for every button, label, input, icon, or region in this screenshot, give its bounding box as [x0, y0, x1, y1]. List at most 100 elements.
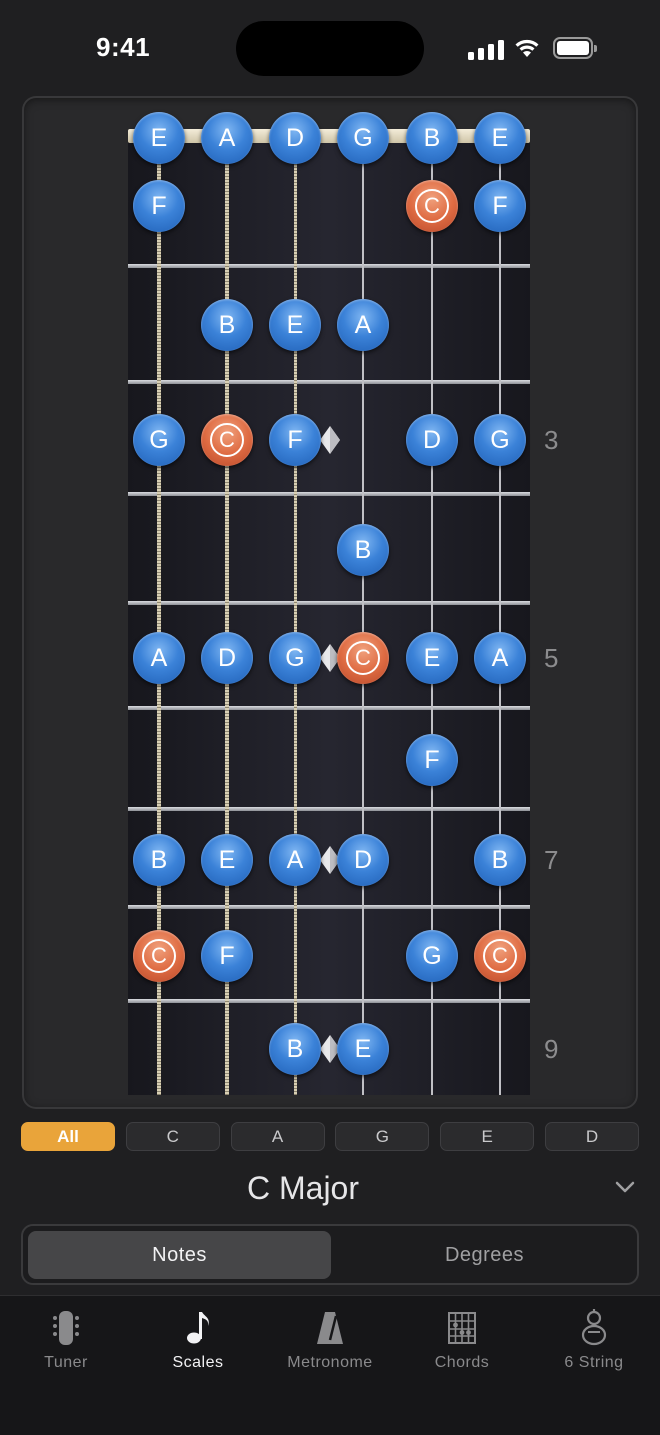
- tab-scales[interactable]: Scales: [132, 1308, 264, 1378]
- note-label: B: [286, 1034, 304, 1063]
- tab-tuner[interactable]: Tuner: [0, 1308, 132, 1378]
- filter-chip-d[interactable]: D: [545, 1122, 639, 1151]
- note-label: B: [150, 845, 168, 874]
- chord-grid-icon: [448, 1312, 476, 1344]
- note-label: F: [219, 941, 235, 970]
- note-label: D: [285, 123, 305, 152]
- status-time: 9:41: [96, 32, 151, 62]
- fret-wire: [128, 706, 530, 710]
- note-label: F: [151, 191, 167, 220]
- note-label: C: [346, 641, 380, 675]
- note-label: G: [353, 123, 373, 152]
- note-marker[interactable]: B: [474, 834, 526, 886]
- note-label: E: [286, 310, 304, 339]
- note-marker[interactable]: F: [133, 180, 185, 232]
- note-label: C: [483, 939, 517, 973]
- note-label: G: [149, 425, 169, 454]
- tab-metronome[interactable]: Metronome: [264, 1308, 396, 1378]
- note-marker[interactable]: G: [474, 414, 526, 466]
- note-marker[interactable]: A: [133, 632, 185, 684]
- note-label: B: [218, 310, 236, 339]
- note-label: B: [491, 845, 509, 874]
- note-label: A: [354, 310, 372, 339]
- tab-6-string[interactable]: 6 String: [528, 1308, 660, 1378]
- note-label: D: [217, 643, 237, 672]
- guitar-string: [361, 138, 365, 1095]
- filter-chip-c[interactable]: C: [125, 1122, 220, 1151]
- fret-inlay-marker: [320, 426, 340, 454]
- note-marker[interactable]: E: [201, 834, 253, 886]
- music-note-icon: [187, 1312, 209, 1344]
- fret-number: 9: [544, 1034, 559, 1064]
- note-marker[interactable]: E: [133, 112, 185, 164]
- filter-chip-g[interactable]: G: [335, 1122, 430, 1151]
- dynamic-island: [236, 21, 424, 76]
- shape-filter-bar: All C A G E D: [21, 1122, 639, 1152]
- tab-label: Metronome: [287, 1354, 373, 1371]
- root-note-marker[interactable]: C: [474, 930, 526, 982]
- note-marker[interactable]: E: [474, 112, 526, 164]
- note-marker[interactable]: B: [269, 1023, 321, 1075]
- tab-label: Scales: [172, 1354, 224, 1371]
- root-note-marker[interactable]: C: [201, 414, 253, 466]
- note-marker[interactable]: B: [406, 112, 458, 164]
- note-marker[interactable]: G: [337, 112, 389, 164]
- note-label: A: [286, 845, 304, 874]
- note-marker[interactable]: F: [406, 734, 458, 786]
- note-label: G: [490, 425, 510, 454]
- tab-chords[interactable]: Chords: [396, 1308, 528, 1378]
- root-note-marker[interactable]: C: [133, 930, 185, 982]
- note-label: E: [491, 123, 509, 152]
- tab-label: 6 String: [564, 1354, 624, 1371]
- note-marker[interactable]: F: [474, 180, 526, 232]
- note-marker[interactable]: B: [337, 524, 389, 576]
- fret-wire: [128, 905, 530, 909]
- note-marker[interactable]: F: [269, 414, 321, 466]
- fret-wire: [128, 492, 530, 496]
- note-label: B: [354, 535, 372, 564]
- root-note-marker[interactable]: C: [406, 180, 458, 232]
- note-marker[interactable]: D: [269, 112, 321, 164]
- note-label: E: [218, 845, 236, 874]
- filter-chip-e[interactable]: E: [440, 1122, 535, 1151]
- note-marker[interactable]: D: [406, 414, 458, 466]
- note-marker[interactable]: E: [406, 632, 458, 684]
- filter-chip-all[interactable]: All: [21, 1122, 115, 1151]
- fret-number: 7: [544, 845, 559, 875]
- note-marker[interactable]: E: [269, 299, 321, 351]
- filter-chip-a[interactable]: A: [230, 1122, 325, 1151]
- note-marker[interactable]: D: [201, 632, 253, 684]
- note-marker[interactable]: A: [201, 112, 253, 164]
- chevron-down-icon[interactable]: [614, 1180, 636, 1194]
- note-marker[interactable]: B: [201, 299, 253, 351]
- note-marker[interactable]: B: [133, 834, 185, 886]
- guitar-string: [293, 138, 297, 1095]
- note-marker[interactable]: E: [337, 1023, 389, 1075]
- fret-wire: [128, 264, 530, 268]
- note-marker[interactable]: A: [269, 834, 321, 886]
- note-marker[interactable]: G: [133, 414, 185, 466]
- note-label: F: [492, 191, 508, 220]
- note-marker[interactable]: G: [406, 930, 458, 982]
- note-label: E: [423, 643, 441, 672]
- note-label: G: [285, 643, 305, 672]
- note-marker[interactable]: G: [269, 632, 321, 684]
- cellular-signal-icon: [468, 38, 504, 60]
- note-label: G: [422, 941, 442, 970]
- degrees-segment[interactable]: Degrees: [333, 1231, 636, 1279]
- scale-selector[interactable]: C Major: [0, 1170, 606, 1207]
- tuner-icon: [53, 1311, 79, 1345]
- notes-segment[interactable]: Notes: [28, 1231, 331, 1279]
- tab-label: Tuner: [44, 1354, 88, 1371]
- tab-label: Chords: [434, 1354, 490, 1371]
- root-note-marker[interactable]: C: [337, 632, 389, 684]
- note-marker[interactable]: A: [474, 632, 526, 684]
- note-marker[interactable]: F: [201, 930, 253, 982]
- fret-wire: [128, 601, 530, 605]
- fret-number: 5: [544, 643, 559, 673]
- note-label: A: [218, 123, 236, 152]
- note-label: D: [353, 845, 373, 874]
- status-bar: 9:41: [0, 0, 660, 96]
- note-marker[interactable]: A: [337, 299, 389, 351]
- note-marker[interactable]: D: [337, 834, 389, 886]
